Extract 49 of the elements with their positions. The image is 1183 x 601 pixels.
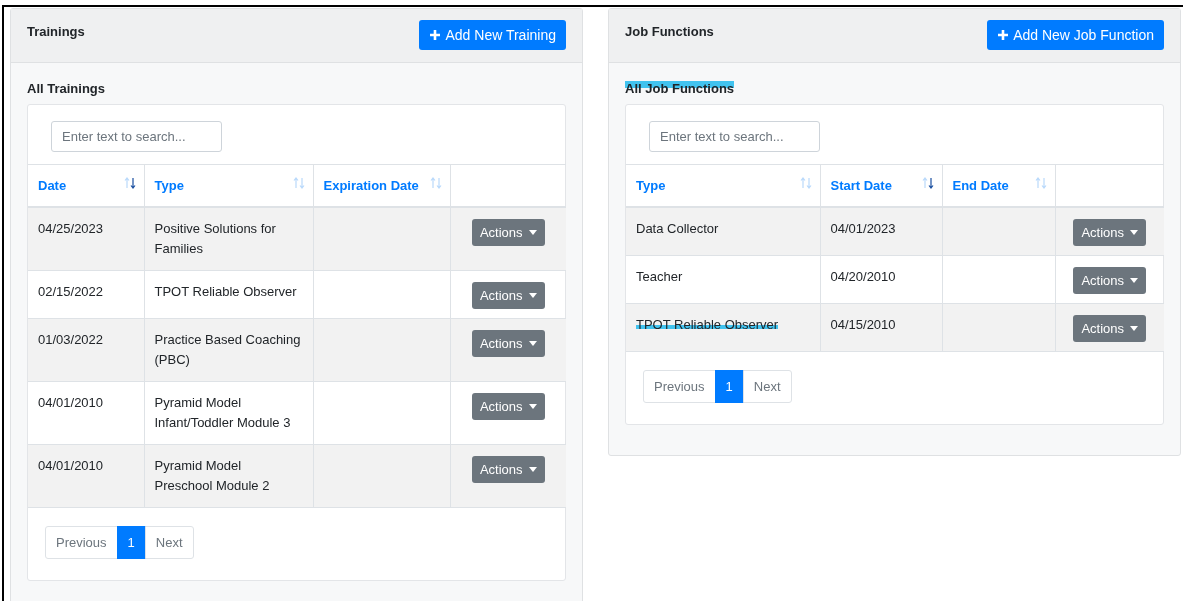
table-cell: 04/15/2010: [830, 317, 896, 332]
table-cell: 04/20/2010: [830, 269, 896, 284]
page-button[interactable]: 1: [116, 526, 146, 559]
previous-button[interactable]: Previous: [643, 370, 716, 403]
sort-icon[interactable]: [921, 177, 934, 189]
actions-button[interactable]: Actions: [1073, 267, 1147, 294]
next-button[interactable]: Next: [742, 370, 792, 403]
table-cell: 04/25/2023: [38, 221, 104, 236]
add-button[interactable]: Add New Training: [419, 20, 566, 50]
table-cell: Practice Based Coaching (PBC): [154, 332, 301, 367]
plus-icon: [997, 29, 1010, 41]
table-cell: Positive Solutions for Families: [154, 221, 276, 256]
search-field[interactable]: Enter text to search...: [51, 121, 222, 152]
actions-button[interactable]: Actions: [1073, 219, 1147, 246]
caret-icon: [528, 293, 537, 298]
caret-icon: [1130, 278, 1139, 283]
caret-icon: [528, 404, 537, 409]
table-cell: 01/03/2022: [38, 332, 104, 347]
table-cell: 04/01/2010: [38, 458, 104, 473]
table-cell: TPOT Reliable Observer: [154, 284, 297, 299]
page-button[interactable]: 1: [714, 370, 744, 403]
table-cell: Data Collector: [636, 221, 719, 236]
actions-button[interactable]: Actions: [471, 393, 545, 420]
actions-button[interactable]: Actions: [1073, 315, 1147, 342]
table-cell: 04/01/2010: [38, 395, 104, 410]
list-title: All Trainings: [27, 81, 105, 96]
sort-icon[interactable]: [123, 177, 136, 189]
plus-icon: [429, 29, 442, 41]
previous-button[interactable]: Previous: [45, 526, 118, 559]
actions-button[interactable]: Actions: [471, 456, 545, 483]
caret-icon: [1130, 326, 1139, 331]
next-button[interactable]: Next: [144, 526, 194, 559]
caret-icon: [528, 341, 537, 346]
table-cell: Teacher: [636, 269, 683, 284]
table-cell: 02/15/2022: [38, 284, 104, 299]
search-field[interactable]: Enter text to search...: [649, 121, 820, 152]
caret-icon: [1130, 230, 1139, 235]
caret-icon: [528, 467, 537, 472]
panel-title: Trainings: [27, 24, 85, 39]
table-cell: Pyramid Model Preschool Module 2: [154, 458, 270, 493]
table-cell: Pyramid Model Infant/Toddler Module 3: [154, 395, 291, 430]
table-cell: 04/01/2023: [830, 221, 896, 236]
panel-title: Job Functions: [625, 24, 714, 39]
actions-button[interactable]: Actions: [471, 282, 545, 309]
table-cell: TPOT Reliable Observer: [636, 317, 779, 332]
add-button[interactable]: Add New Job Function: [987, 20, 1164, 50]
caret-icon: [528, 230, 537, 235]
actions-button[interactable]: Actions: [471, 330, 545, 357]
actions-button[interactable]: Actions: [471, 219, 545, 246]
